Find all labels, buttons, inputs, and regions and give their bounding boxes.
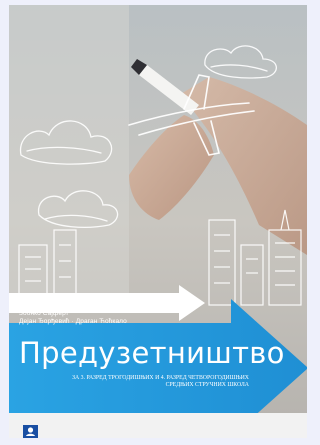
author-line: Дејан Ђорђевић · Драган Ћоћкало [19, 318, 127, 325]
book-cover[interactable]: Зоонко Сајферт Дејан Ђорђевић · Драган Ћ… [9, 5, 307, 438]
author-line: Зоонко Сајферт [19, 310, 69, 317]
page: Зоонко Сајферт Дејан Ђорђевић · Драган Ћ… [0, 0, 313, 445]
cover-photo [9, 5, 307, 438]
book-subtitle: за 3. разред трогодишњих и 4. разред чет… [19, 375, 249, 389]
book-title: Предузетништво [19, 336, 285, 370]
authors: Зоонко Сајферт Дејан Ђорђевић · Драган Ћ… [19, 310, 127, 326]
subtitle-line: средњих стручних школа [165, 382, 249, 388]
subtitle-line: за 3. разред трогодишњих и 4. разред чет… [72, 375, 249, 381]
publisher-logo-icon [23, 425, 38, 438]
